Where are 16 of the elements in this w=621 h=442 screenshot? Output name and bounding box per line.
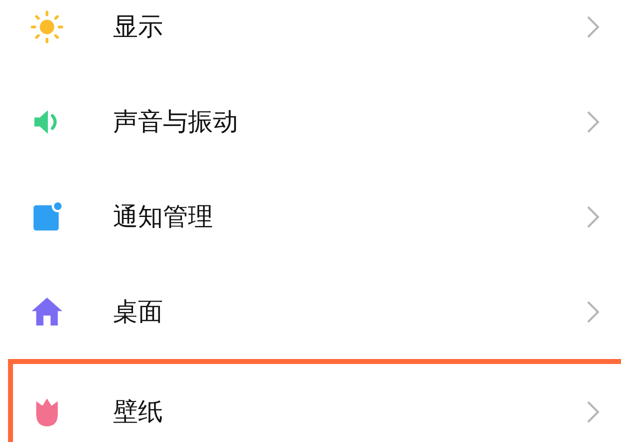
settings-row[interactable]: 声音与振动 [0, 74, 621, 169]
row-label: 声音与振动 [113, 106, 239, 138]
row-label: 桌面 [113, 296, 164, 328]
highlight-frame[interactable]: 壁纸 [8, 359, 621, 442]
chevron-icon [586, 400, 600, 424]
row-label: 显示 [113, 11, 164, 43]
row-label: 通知管理 [113, 201, 214, 233]
settings-row[interactable]: 显示 [0, 0, 621, 74]
chevron-icon [586, 300, 600, 324]
chevron-icon [586, 204, 600, 228]
chevron-icon [586, 110, 600, 134]
settings-row[interactable]: 通知管理 [0, 169, 621, 264]
chevron-icon [586, 14, 600, 38]
sun-icon [29, 8, 65, 44]
row-label: 壁纸 [113, 396, 164, 428]
settings-row[interactable]: 桌面 [0, 264, 621, 359]
